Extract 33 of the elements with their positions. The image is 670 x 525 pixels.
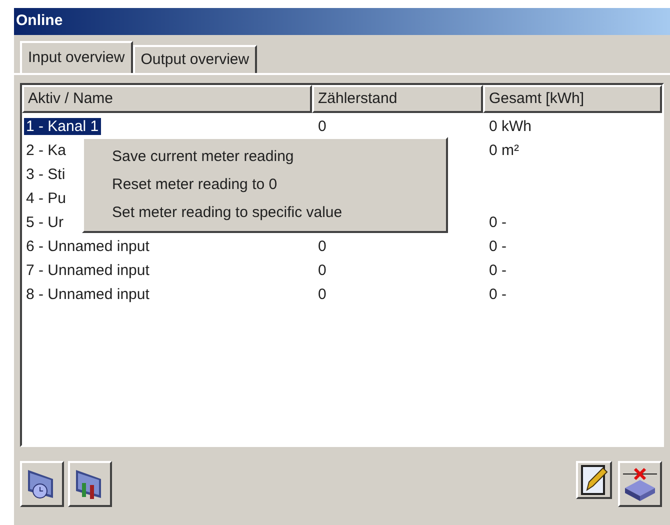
table-cell[interactable]: 5 - Ur: [24, 214, 66, 231]
tab[interactable]: Output overview: [132, 45, 258, 73]
table-cell: 0: [318, 118, 326, 135]
toolbar-button[interactable]: [576, 461, 612, 499]
toolbar-button[interactable]: [68, 461, 112, 507]
table-cell[interactable]: 4 - Pu: [24, 190, 68, 207]
column-header[interactable]: Zählerstand: [312, 85, 483, 113]
pencil-page-icon: [579, 464, 609, 496]
table-cell: 0 -: [489, 214, 507, 231]
table-cell[interactable]: 8 - Unnamed input: [24, 286, 152, 303]
table-cell: 0: [318, 286, 326, 303]
table-cell[interactable]: 1 - Kanal 1: [24, 118, 101, 135]
toolbar-button[interactable]: [20, 461, 64, 507]
window-title: Online: [16, 11, 63, 32]
column-header[interactable]: Gesamt [kWh]: [483, 85, 662, 113]
menu-item[interactable]: Set meter reading to specific value: [84, 199, 446, 227]
table-cell: 0 kWh: [489, 118, 532, 135]
toolbar-button[interactable]: [618, 461, 662, 507]
table-cell: 0 -: [489, 286, 507, 303]
column-header[interactable]: Aktiv / Name: [22, 85, 312, 113]
table-cell: 0 -: [489, 262, 507, 279]
table-cell: 0: [318, 262, 326, 279]
table-cell[interactable]: 6 - Unnamed input: [24, 238, 152, 255]
menu-item[interactable]: Reset meter reading to 0: [84, 171, 446, 199]
table-cell[interactable]: 7 - Unnamed input: [24, 262, 152, 279]
table-cell: 0: [318, 238, 326, 255]
table-cell: 0 -: [489, 238, 507, 255]
slab-cross-icon: [621, 466, 659, 502]
table-cell: 0 m²: [489, 142, 519, 159]
table-cell[interactable]: 2 - Ka: [24, 142, 68, 159]
tab[interactable]: Input overview: [20, 41, 133, 73]
menu-item[interactable]: Save current meter reading: [84, 143, 446, 171]
table-cell[interactable]: 3 - Sti: [24, 166, 68, 183]
